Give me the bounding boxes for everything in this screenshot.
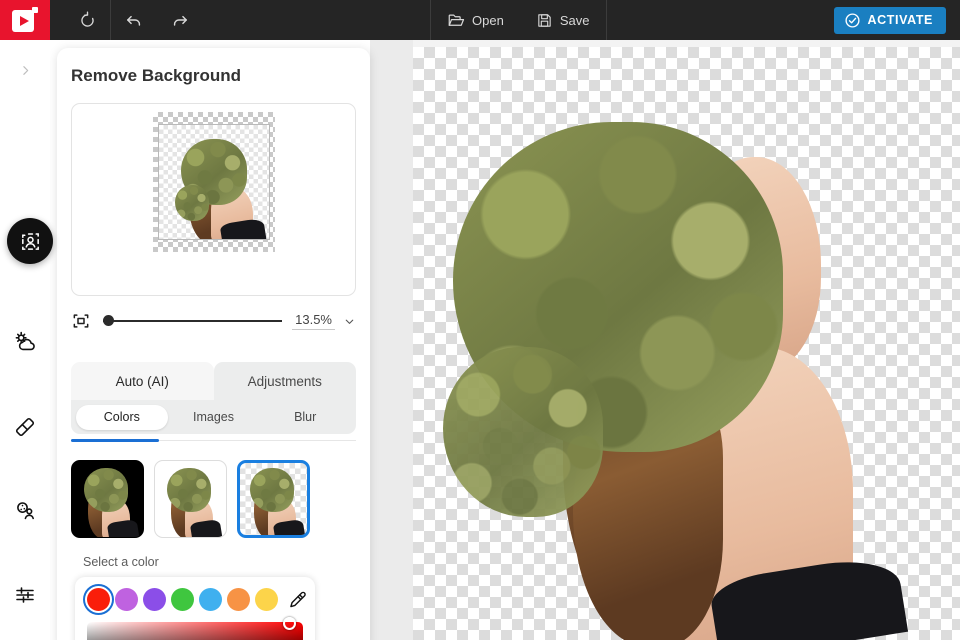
subtab-images-label: Images — [193, 410, 234, 424]
color-gradient-field[interactable] — [87, 617, 303, 640]
select-color-label: Select a color — [83, 555, 159, 569]
gradient-cursor[interactable] — [283, 617, 296, 630]
logo-mark-icon — [12, 7, 38, 33]
subtab-group: Colors Images Blur — [71, 400, 356, 434]
sidebar-item-retouch-portrait[interactable] — [9, 495, 41, 527]
subtab-blur[interactable]: Blur — [259, 405, 351, 430]
swatch-red[interactable] — [87, 588, 110, 611]
fit-to-screen-icon — [73, 314, 89, 328]
swatch-orange[interactable] — [227, 588, 250, 611]
toolbar-spacer-left — [203, 0, 430, 40]
sliders-icon — [16, 587, 34, 603]
folder-open-icon — [448, 14, 465, 26]
activate-label: ACTIVATE — [867, 13, 933, 27]
subtab-images[interactable]: Images — [168, 405, 260, 430]
active-section-underline — [71, 439, 356, 442]
color-swatch-row — [87, 588, 306, 611]
zoom-controls: 13.5% — [71, 308, 356, 334]
floppy-save-icon — [538, 13, 551, 27]
tab-auto-ai-label: Auto (AI) — [115, 373, 169, 389]
chevron-down-icon — [345, 319, 354, 324]
undo-button[interactable] — [111, 0, 157, 40]
background-options — [71, 460, 370, 538]
canvas-top-edge — [413, 40, 960, 47]
tab-auto-ai[interactable]: Auto (AI) — [71, 362, 214, 400]
top-toolbar: Open Save ACTIVATE — [0, 0, 960, 40]
tab-adjustments[interactable]: Adjustments — [213, 362, 356, 400]
eyedropper-button[interactable] — [287, 590, 307, 610]
flower-crown-lower — [443, 347, 603, 517]
zoom-value-input[interactable]: 13.5% — [292, 312, 335, 330]
check-circle-icon — [844, 12, 860, 28]
remove-background-panel: Remove Background 13.5% Auto (AI) Adjust… — [57, 48, 370, 640]
sidebar-item-adjust-settings[interactable] — [9, 579, 41, 611]
tab-adjustments-label: Adjustments — [247, 373, 322, 389]
open-button[interactable]: Open — [431, 0, 520, 40]
sidebar-item-erase-objects[interactable] — [9, 411, 41, 443]
color-picker-card — [75, 577, 315, 640]
background-option-transparent[interactable] — [237, 460, 310, 538]
sidebar-item-remove-background[interactable] — [7, 218, 53, 264]
expand-sidebar-button[interactable] — [14, 59, 36, 81]
zoom-dropdown-button[interactable] — [343, 315, 356, 328]
app-root: Open Save ACTIVATE Remove Background 13.… — [0, 0, 960, 640]
swatch-sky-blue[interactable] — [199, 588, 222, 611]
app-logo[interactable] — [0, 0, 50, 40]
preview-card — [71, 103, 356, 296]
mode-tabs: Auto (AI) Adjustments Colors Images Blur — [71, 362, 356, 434]
eraser-icon — [15, 417, 35, 437]
sidebar-item-change-sky[interactable] — [9, 326, 41, 358]
activate-button[interactable]: ACTIVATE — [833, 6, 946, 34]
swatch-orchid[interactable] — [115, 588, 138, 611]
image-canvas[interactable] — [413, 47, 960, 640]
preview-image — [157, 124, 270, 240]
zoom-slider-track — [103, 320, 283, 322]
subtab-colors-label: Colors — [103, 410, 140, 424]
reset-button[interactable] — [64, 0, 110, 40]
preview-flower-crown-lower — [174, 185, 209, 221]
swatch-yellow[interactable] — [255, 588, 278, 611]
portrait-retouch-icon — [17, 502, 34, 520]
eyedropper-icon — [290, 591, 306, 607]
undo-icon — [127, 15, 141, 26]
left-tool-rail — [0, 40, 53, 640]
zoom-slider-thumb[interactable] — [103, 315, 114, 326]
swatch-purple[interactable] — [143, 588, 166, 611]
subtab-blur-label: Blur — [294, 410, 317, 424]
chevron-right-icon — [22, 65, 28, 75]
swatch-green[interactable] — [171, 588, 194, 611]
toolbar-spacer-right — [607, 0, 834, 40]
redo-button[interactable] — [157, 0, 203, 40]
preview-frame[interactable] — [152, 112, 275, 252]
redo-icon — [173, 15, 187, 26]
zoom-slider[interactable] — [103, 311, 283, 331]
fit-to-screen-button[interactable] — [71, 311, 91, 331]
reset-icon — [80, 11, 94, 27]
save-button[interactable]: Save — [520, 0, 606, 40]
save-label: Save — [559, 12, 590, 28]
subtab-colors[interactable]: Colors — [76, 404, 168, 430]
background-option-white[interactable] — [154, 460, 227, 538]
sun-cloud-icon — [15, 331, 35, 351]
page-title: Remove Background — [71, 66, 242, 85]
background-option-black[interactable] — [71, 460, 144, 538]
person-cutout-icon — [21, 232, 39, 250]
open-label: Open — [472, 12, 504, 28]
